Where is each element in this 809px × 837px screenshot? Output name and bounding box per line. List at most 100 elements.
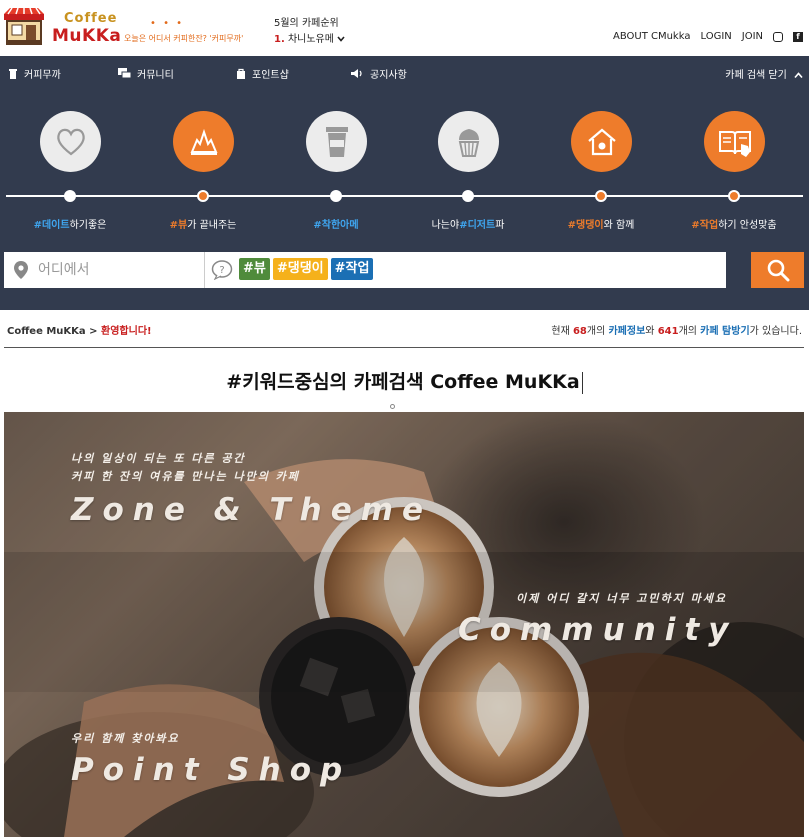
breadcrumb-separator: >: [85, 326, 102, 337]
top-header: Coffee MuKKa • • • 오늘은 어디서 커피한잔? '커피무까' …: [0, 0, 809, 56]
keyword-tag-pet[interactable]: #댕댕이: [272, 258, 328, 280]
facebook-icon[interactable]: f: [793, 31, 803, 42]
label-highlight: #착한아메: [313, 220, 359, 231]
tagline: 오늘은 어디서 커피한잔? '커피무까': [124, 34, 244, 43]
nav-item-notice[interactable]: 공지사항: [350, 66, 407, 81]
chevron-down-icon: [337, 36, 345, 42]
breadcrumb-site[interactable]: Coffee MuKKa: [7, 326, 86, 337]
search-divider: [204, 252, 205, 288]
site-logo[interactable]: Coffee MuKKa: [4, 6, 122, 48]
stats-text: 현재: [551, 326, 573, 337]
theme-timeline: [6, 195, 803, 197]
theme-dessert-button[interactable]: [438, 111, 499, 172]
label-post: 하기좋은: [69, 220, 107, 231]
label-post: 와 함께: [603, 220, 635, 231]
join-link[interactable]: JOIN: [742, 31, 763, 42]
monthly-rank-title: 5월의 카페순위: [274, 18, 339, 29]
text-caret: [581, 371, 583, 394]
divider-line: [4, 347, 804, 348]
chevron-up-icon: [794, 71, 803, 78]
svg-text:?: ?: [219, 265, 224, 276]
close-cafe-search-toggle[interactable]: 카페 검색 닫기: [725, 66, 803, 81]
nav-label: 커뮤니티: [137, 70, 174, 81]
timeline-dot: [595, 190, 607, 202]
search-button[interactable]: [751, 252, 804, 288]
label-pre: 나는야: [431, 220, 460, 231]
timeline-dot: [728, 190, 740, 202]
theme-label-view[interactable]: #뷰가 끝내주는: [170, 216, 237, 231]
label-highlight: #작업: [691, 220, 719, 231]
timeline-dot: [197, 190, 209, 202]
cafe-search-bar: ? #뷰 #댕댕이 #작업: [4, 252, 726, 288]
location-input[interactable]: [36, 252, 196, 288]
visit-count: 641: [657, 326, 679, 337]
cup-icon: [9, 69, 17, 79]
logo-mukka-text: MuKKa: [52, 26, 122, 46]
book-hand-icon: [718, 130, 751, 157]
pointshop-title[interactable]: Point Shop: [71, 752, 351, 788]
logo-dots: • • •: [150, 18, 185, 29]
main-nav: 커피무까 커뮤니티 포인트샵 공지사항 카페 검색 닫기: [0, 56, 809, 89]
pointshop-subtitle: 우리 함께 찾아봐요: [71, 732, 180, 745]
nav-label: 커피무까: [24, 70, 61, 81]
logo-coffee-text: Coffee: [64, 11, 118, 26]
instagram-icon[interactable]: [773, 31, 783, 42]
keyword-tag-view[interactable]: #뷰: [239, 258, 270, 280]
timeline-dot: [462, 190, 474, 202]
cafe-info-label: 카페정보: [608, 326, 646, 337]
zone-theme-title[interactable]: Zone & Theme: [71, 492, 432, 528]
about-link[interactable]: ABOUT CMukka: [613, 31, 691, 42]
label-highlight: #댕댕이: [567, 220, 604, 231]
location-pin-icon: [14, 261, 28, 279]
site-stats: 현재 68개의 카페정보와 641개의 카페 탐방기가 있습니다.: [551, 322, 802, 337]
theme-view-button[interactable]: [173, 111, 234, 172]
shop-icon: [4, 8, 44, 45]
theme-work-button[interactable]: [704, 111, 765, 172]
nav-item-coffeemukka[interactable]: 커피무까: [8, 66, 61, 81]
close-search-label: 카페 검색 닫기: [725, 70, 787, 81]
theme-americano-button[interactable]: [306, 111, 367, 172]
megaphone-icon: [351, 69, 362, 78]
page-headline: #키워드중심의 카페검색 Coffee MuKKa: [0, 367, 809, 394]
breadcrumb-welcome: 환영합니다!: [101, 326, 152, 337]
nav-item-pointshop[interactable]: 포인트샵: [236, 66, 289, 81]
chat-icon: [118, 68, 131, 79]
nav-item-community[interactable]: 커뮤니티: [118, 66, 174, 81]
keyword-tag-work[interactable]: #작업: [330, 258, 374, 280]
selected-keyword-tags: #뷰 #댕댕이 #작업: [239, 258, 374, 280]
login-link[interactable]: LOGIN: [700, 31, 731, 42]
community-subtitle: 이제 어디 갈지 너무 고민하지 마세요: [516, 592, 727, 605]
label-post: 하기 안성맞춤: [718, 220, 777, 231]
label-post: 파: [495, 220, 505, 231]
coffee-cup-icon: [325, 126, 348, 157]
monthly-rank-dropdown[interactable]: 1. 차니노유메: [274, 30, 345, 45]
headline-text: #키워드중심의 카페검색 Coffee MuKKa: [226, 371, 580, 393]
stats-text: 와: [645, 326, 658, 337]
theme-label-dessert[interactable]: 나는야#디저트파: [432, 216, 505, 231]
theme-label-work[interactable]: #작업하기 안성맞춤: [691, 216, 776, 231]
zone-subtitle-2: 커피 한 잔의 여유를 만나는 나만의 카페: [71, 470, 300, 483]
label-highlight: #뷰: [169, 220, 188, 231]
theme-pet-button[interactable]: [571, 111, 632, 172]
zone-subtitle-1: 나의 일상이 되는 또 다른 공간: [71, 452, 246, 465]
stats-text: 가 있습니다.: [749, 326, 802, 337]
nav-label: 포인트샵: [252, 70, 289, 81]
community-title[interactable]: Community: [458, 612, 737, 648]
label-highlight: #디저트: [459, 220, 496, 231]
theme-label-pet[interactable]: #댕댕이와 함께: [568, 216, 635, 231]
carousel-indicator[interactable]: [390, 404, 395, 409]
rank-cafe-name: 차니노유메: [287, 34, 334, 45]
label-highlight: #데이트: [33, 220, 70, 231]
top-links: ABOUT CMukka LOGIN JOIN f: [613, 31, 803, 42]
mountain-icon: [190, 128, 217, 155]
nav-label: 공지사항: [370, 70, 407, 81]
cafe-count: 68: [572, 326, 587, 337]
theme-search-panel: #데이트하기좋은 #뷰가 끝내주는 #착한아메 나는야#디저트파 #댕댕이와 함…: [0, 89, 809, 310]
shopping-bag-icon: [237, 68, 245, 79]
question-bubble-icon[interactable]: ?: [211, 260, 233, 280]
theme-date-button[interactable]: [40, 111, 101, 172]
theme-label-americano[interactable]: #착한아메: [313, 216, 358, 231]
theme-label-date[interactable]: #데이트하기좋은: [34, 216, 107, 231]
heart-icon: [56, 128, 85, 155]
stats-text: 개의: [586, 326, 609, 337]
